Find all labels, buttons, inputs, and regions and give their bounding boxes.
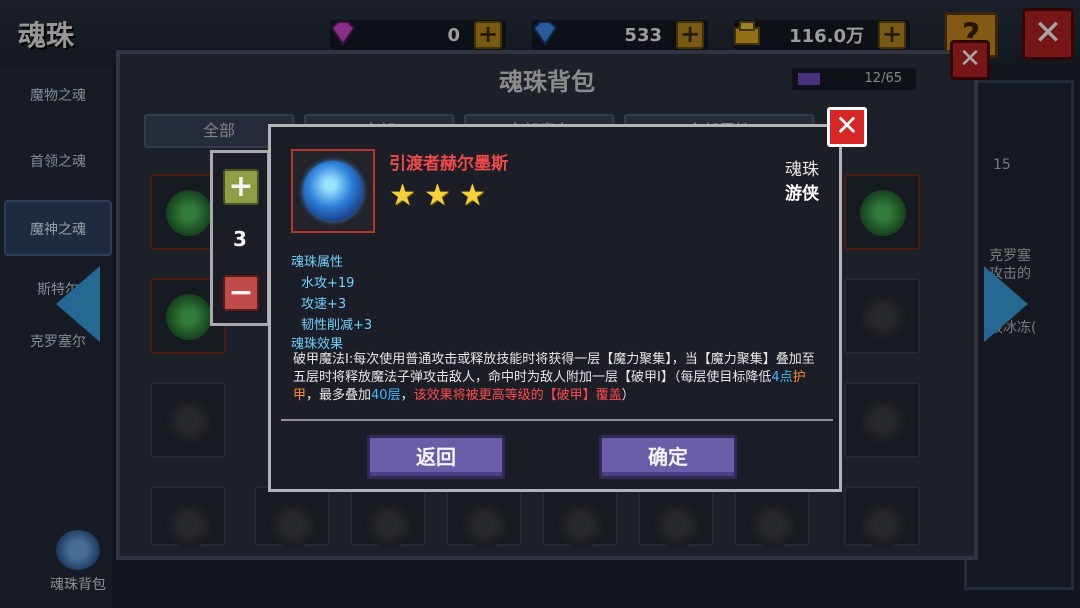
increase-quantity-button[interactable]: + [223,169,259,205]
star-rating: ★ ★ ★ [389,179,486,213]
decrease-quantity-button[interactable]: − [223,275,259,311]
attribute-line: 水攻+19 [301,276,355,291]
attributes-title: 魂珠属性 [291,255,344,270]
item-type: 魂珠 [785,160,819,180]
confirm-button[interactable]: 确定 [599,435,737,479]
star-icon: ★ [423,178,451,213]
effect-description: 破甲魔法Ⅰ:每次使用普通攻击或释放技能时将获得一层【魔力聚集】，当【魔力聚集】叠… [293,352,815,403]
item-portrait-frame [291,149,375,233]
quantity-value: 3 [233,227,247,251]
divider [281,419,833,421]
star-icon: ★ [458,178,486,213]
attribute-line: 韧性削减+3 [301,318,373,333]
star-icon: ★ [389,178,416,213]
soul-orb-icon [303,161,363,221]
back-button[interactable]: 返回 [367,435,505,479]
attribute-line: 攻速+3 [301,297,347,312]
effect-title: 魂珠效果 [291,337,344,352]
quantity-stepper: + 3 − [210,150,270,326]
dialog-close-button[interactable]: ✕ [827,107,867,147]
item-class: 游侠 [785,184,819,204]
item-name: 引渡者赫尔墨斯 [389,154,508,174]
soul-detail-dialog: ✕ 引渡者赫尔墨斯 ★ ★ ★ 魂珠 游侠 魂珠属性 水攻+19 攻速+3 韧性… [268,107,867,492]
